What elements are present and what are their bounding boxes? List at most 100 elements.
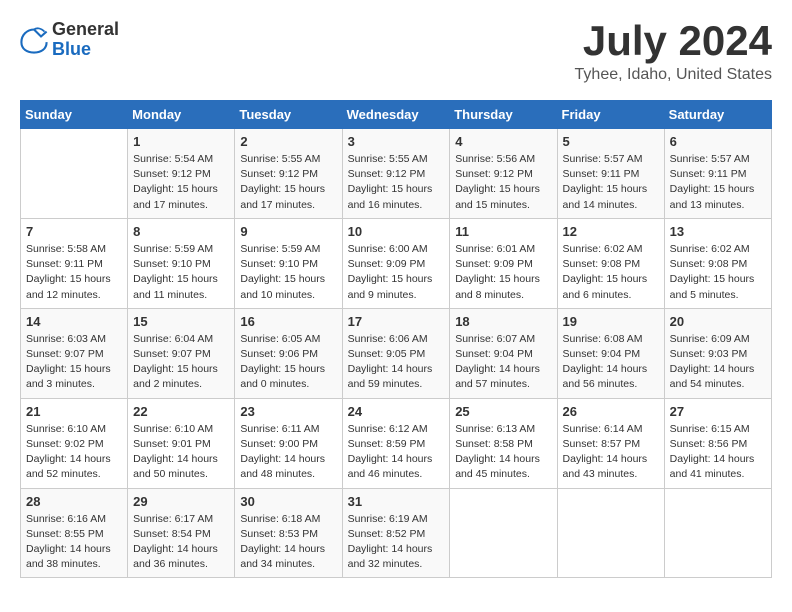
day-number: 1 xyxy=(133,134,229,149)
day-number: 9 xyxy=(240,224,336,239)
calendar-week-row: 7 Sunrise: 5:58 AMSunset: 9:11 PMDaylight… xyxy=(21,218,772,308)
weekday-header: Tuesday xyxy=(235,101,342,129)
day-info: Sunrise: 6:00 AMSunset: 9:09 PMDaylight:… xyxy=(348,242,445,303)
day-info: Sunrise: 6:02 AMSunset: 9:08 PMDaylight:… xyxy=(670,242,766,303)
logo-icon xyxy=(20,26,48,54)
weekday-header: Monday xyxy=(128,101,235,129)
calendar-table: SundayMondayTuesdayWednesdayThursdayFrid… xyxy=(20,100,772,578)
day-number: 26 xyxy=(563,404,659,419)
day-info: Sunrise: 5:57 AMSunset: 9:11 PMDaylight:… xyxy=(563,152,659,213)
page-header: General Blue July 2024 Tyhee, Idaho, Uni… xyxy=(20,20,772,84)
calendar-cell: 9 Sunrise: 5:59 AMSunset: 9:10 PMDaylight… xyxy=(235,218,342,308)
calendar-cell: 11Sunrise: 6:01 AMSunset: 9:09 PMDayligh… xyxy=(450,218,557,308)
day-info: Sunrise: 6:13 AMSunset: 8:58 PMDaylight:… xyxy=(455,422,551,483)
weekday-row: SundayMondayTuesdayWednesdayThursdayFrid… xyxy=(21,101,772,129)
calendar-cell: 2 Sunrise: 5:55 AMSunset: 9:12 PMDaylight… xyxy=(235,129,342,219)
day-number: 8 xyxy=(133,224,229,239)
calendar-cell: 14 Sunrise: 6:03 AMSunset: 9:07 PMDayligh… xyxy=(21,308,128,398)
calendar-cell: 26Sunrise: 6:14 AMSunset: 8:57 PMDayligh… xyxy=(557,398,664,488)
day-info: Sunrise: 6:16 AMSunset: 8:55 PMDaylight:… xyxy=(26,512,122,573)
day-info: Sunrise: 6:10 AMSunset: 9:02 PMDaylight:… xyxy=(26,422,122,483)
day-number: 21 xyxy=(26,404,122,419)
title-block: July 2024 Tyhee, Idaho, United States xyxy=(575,20,772,84)
calendar-cell: 31 Sunrise: 6:19 AMSunset: 8:52 PMDayligh… xyxy=(342,488,450,578)
day-number: 3 xyxy=(348,134,445,149)
day-info: Sunrise: 6:18 AMSunset: 8:53 PMDaylight:… xyxy=(240,512,336,573)
day-number: 5 xyxy=(563,134,659,149)
day-info: Sunrise: 6:10 AMSunset: 9:01 PMDaylight:… xyxy=(133,422,229,483)
weekday-header: Sunday xyxy=(21,101,128,129)
day-number: 31 xyxy=(348,494,445,509)
logo: General Blue xyxy=(20,20,119,60)
day-info: Sunrise: 5:59 AMSunset: 9:10 PMDaylight:… xyxy=(240,242,336,303)
calendar-cell: 30 Sunrise: 6:18 AMSunset: 8:53 PMDayligh… xyxy=(235,488,342,578)
day-info: Sunrise: 5:54 AMSunset: 9:12 PMDaylight:… xyxy=(133,152,229,213)
day-number: 7 xyxy=(26,224,122,239)
calendar-week-row: 28 Sunrise: 6:16 AMSunset: 8:55 PMDayligh… xyxy=(21,488,772,578)
calendar-header: SundayMondayTuesdayWednesdayThursdayFrid… xyxy=(21,101,772,129)
calendar-cell xyxy=(557,488,664,578)
day-number: 4 xyxy=(455,134,551,149)
calendar-cell: 17 Sunrise: 6:06 AMSunset: 9:05 PMDayligh… xyxy=(342,308,450,398)
day-info: Sunrise: 6:19 AMSunset: 8:52 PMDaylight:… xyxy=(348,512,445,573)
calendar-cell: 1 Sunrise: 5:54 AMSunset: 9:12 PMDaylight… xyxy=(128,129,235,219)
day-number: 29 xyxy=(133,494,229,509)
day-info: Sunrise: 5:55 AMSunset: 9:12 PMDaylight:… xyxy=(348,152,445,213)
calendar-cell: 21 Sunrise: 6:10 AMSunset: 9:02 PMDayligh… xyxy=(21,398,128,488)
day-number: 18 xyxy=(455,314,551,329)
day-number: 24 xyxy=(348,404,445,419)
day-info: Sunrise: 6:03 AMSunset: 9:07 PMDaylight:… xyxy=(26,332,122,393)
day-info: Sunrise: 6:08 AMSunset: 9:04 PMDaylight:… xyxy=(563,332,659,393)
day-info: Sunrise: 5:56 AMSunset: 9:12 PMDaylight:… xyxy=(455,152,551,213)
day-info: Sunrise: 5:55 AMSunset: 9:12 PMDaylight:… xyxy=(240,152,336,213)
calendar-week-row: 1 Sunrise: 5:54 AMSunset: 9:12 PMDaylight… xyxy=(21,129,772,219)
day-info: Sunrise: 6:11 AMSunset: 9:00 PMDaylight:… xyxy=(240,422,336,483)
logo-text: General Blue xyxy=(52,20,119,60)
day-number: 6 xyxy=(670,134,766,149)
day-number: 19 xyxy=(563,314,659,329)
day-info: Sunrise: 6:06 AMSunset: 9:05 PMDaylight:… xyxy=(348,332,445,393)
day-number: 23 xyxy=(240,404,336,419)
day-number: 10 xyxy=(348,224,445,239)
calendar-cell: 22 Sunrise: 6:10 AMSunset: 9:01 PMDayligh… xyxy=(128,398,235,488)
day-number: 2 xyxy=(240,134,336,149)
day-info: Sunrise: 6:15 AMSunset: 8:56 PMDaylight:… xyxy=(670,422,766,483)
day-number: 14 xyxy=(26,314,122,329)
calendar-cell: 25 Sunrise: 6:13 AMSunset: 8:58 PMDayligh… xyxy=(450,398,557,488)
calendar-cell xyxy=(450,488,557,578)
calendar-cell: 19 Sunrise: 6:08 AMSunset: 9:04 PMDayligh… xyxy=(557,308,664,398)
day-number: 22 xyxy=(133,404,229,419)
day-number: 28 xyxy=(26,494,122,509)
calendar-cell: 16Sunrise: 6:05 AMSunset: 9:06 PMDayligh… xyxy=(235,308,342,398)
day-info: Sunrise: 6:09 AMSunset: 9:03 PMDaylight:… xyxy=(670,332,766,393)
weekday-header: Thursday xyxy=(450,101,557,129)
weekday-header: Friday xyxy=(557,101,664,129)
weekday-header: Saturday xyxy=(664,101,771,129)
day-number: 11 xyxy=(455,224,551,239)
calendar-cell: 5 Sunrise: 5:57 AMSunset: 9:11 PMDaylight… xyxy=(557,129,664,219)
day-info: Sunrise: 6:17 AMSunset: 8:54 PMDaylight:… xyxy=(133,512,229,573)
day-info: Sunrise: 6:05 AMSunset: 9:06 PMDaylight:… xyxy=(240,332,336,393)
logo-general: General xyxy=(52,20,119,40)
calendar-cell: 6 Sunrise: 5:57 AMSunset: 9:11 PMDaylight… xyxy=(664,129,771,219)
calendar-cell: 18 Sunrise: 6:07 AMSunset: 9:04 PMDayligh… xyxy=(450,308,557,398)
calendar-cell: 23 Sunrise: 6:11 AMSunset: 9:00 PMDayligh… xyxy=(235,398,342,488)
day-info: Sunrise: 5:59 AMSunset: 9:10 PMDaylight:… xyxy=(133,242,229,303)
calendar-cell: 13Sunrise: 6:02 AMSunset: 9:08 PMDayligh… xyxy=(664,218,771,308)
day-number: 25 xyxy=(455,404,551,419)
day-number: 17 xyxy=(348,314,445,329)
day-number: 15 xyxy=(133,314,229,329)
logo-blue: Blue xyxy=(52,40,119,60)
day-info: Sunrise: 6:02 AMSunset: 9:08 PMDaylight:… xyxy=(563,242,659,303)
day-number: 12 xyxy=(563,224,659,239)
day-number: 30 xyxy=(240,494,336,509)
day-info: Sunrise: 5:57 AMSunset: 9:11 PMDaylight:… xyxy=(670,152,766,213)
calendar-body: 1 Sunrise: 5:54 AMSunset: 9:12 PMDaylight… xyxy=(21,129,772,578)
calendar-cell xyxy=(21,129,128,219)
calendar-cell: 20Sunrise: 6:09 AMSunset: 9:03 PMDayligh… xyxy=(664,308,771,398)
day-info: Sunrise: 5:58 AMSunset: 9:11 PMDaylight:… xyxy=(26,242,122,303)
weekday-header: Wednesday xyxy=(342,101,450,129)
location: Tyhee, Idaho, United States xyxy=(575,66,772,84)
calendar-cell: 29 Sunrise: 6:17 AMSunset: 8:54 PMDayligh… xyxy=(128,488,235,578)
day-info: Sunrise: 6:07 AMSunset: 9:04 PMDaylight:… xyxy=(455,332,551,393)
